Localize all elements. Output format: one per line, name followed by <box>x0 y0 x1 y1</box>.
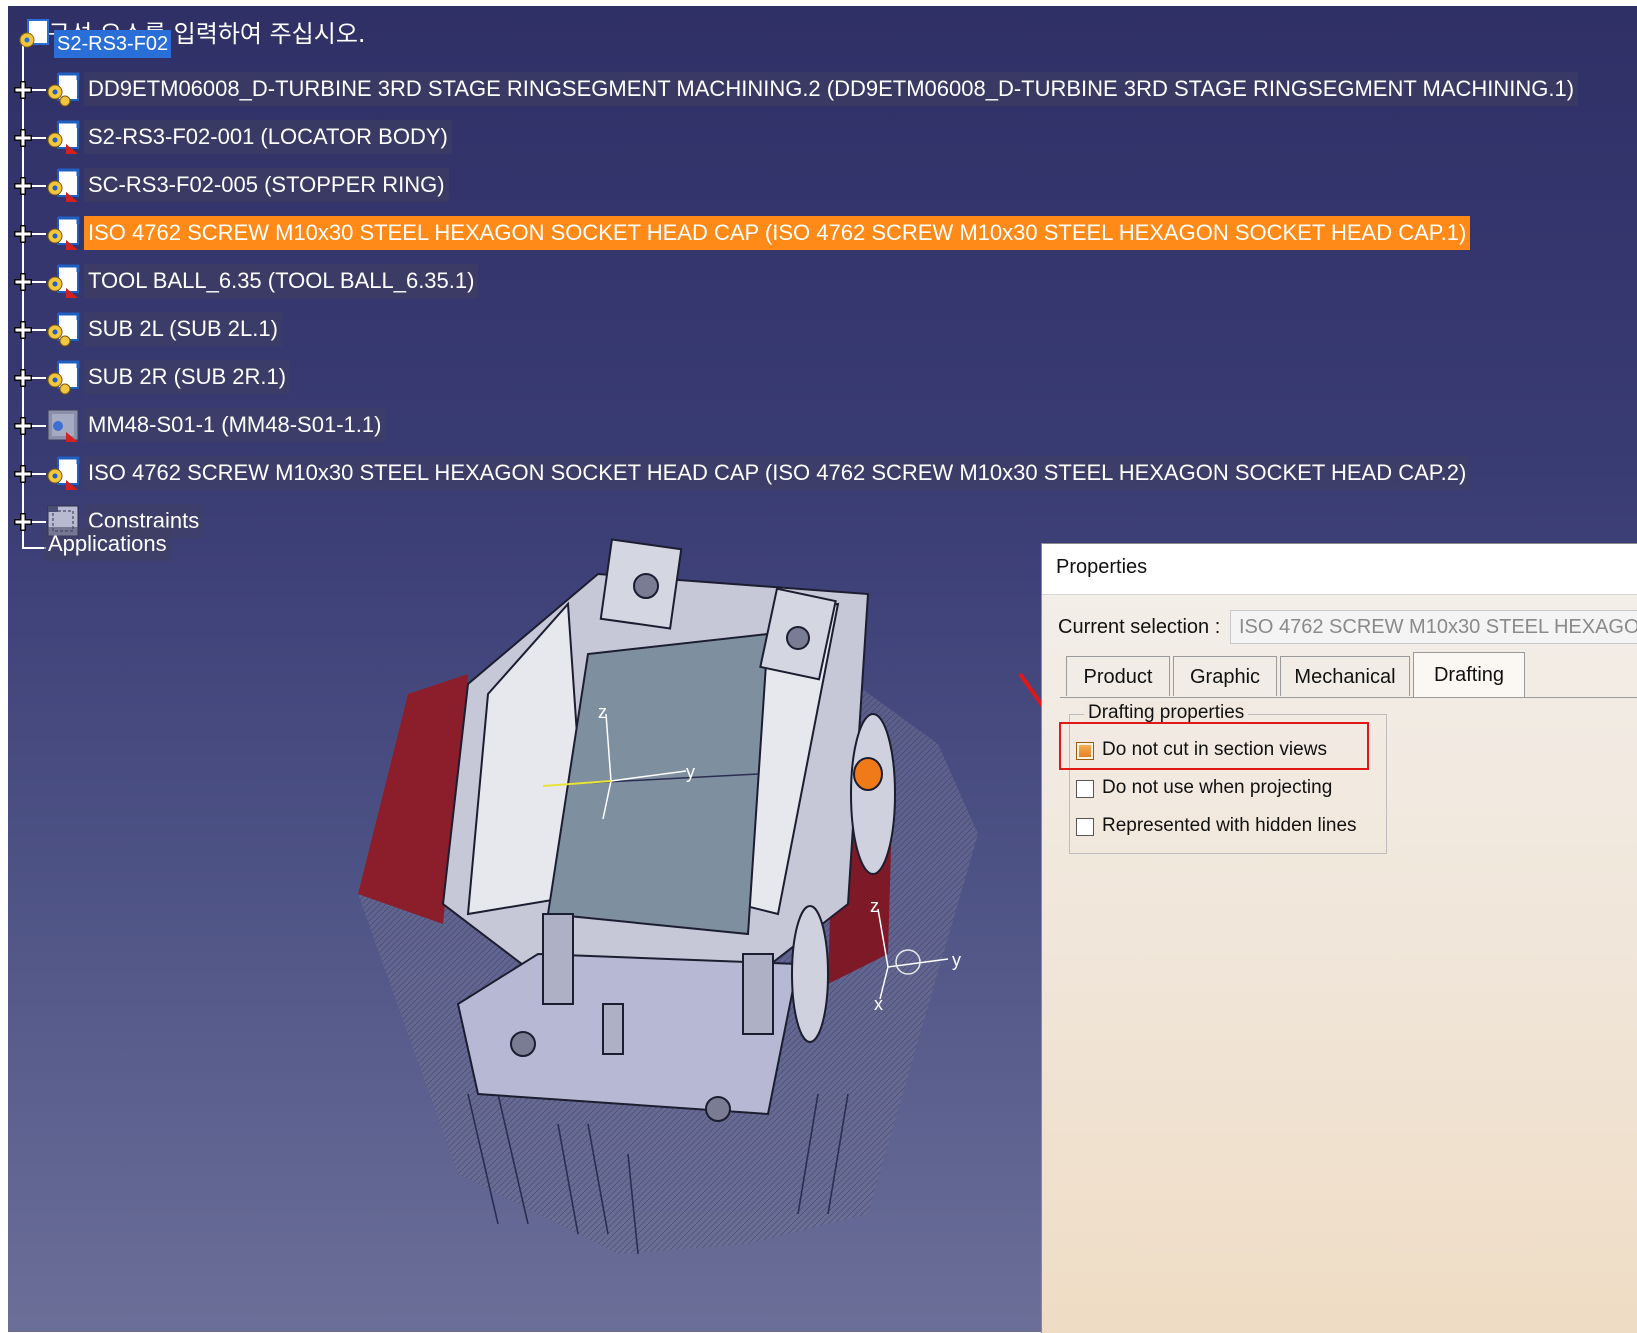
tree-node-label[interactable]: SUB 2R (SUB 2R.1) <box>84 360 291 394</box>
expand-plus-icon[interactable] <box>12 175 34 197</box>
checkbox-hidden-lines[interactable] <box>1076 818 1094 836</box>
checkbox-do-not-use-projecting[interactable] <box>1076 780 1094 798</box>
option-label: Represented with hidden lines <box>1102 815 1357 836</box>
expand-plus-icon[interactable] <box>12 319 34 341</box>
axis2-label-x: x <box>874 994 883 1014</box>
axis2-label-z: z <box>870 896 879 916</box>
part-icon[interactable] <box>44 262 82 300</box>
product-icon[interactable] <box>44 310 82 348</box>
product-icon[interactable] <box>44 70 82 108</box>
tab-body-border <box>1060 697 1637 698</box>
expand-plus-icon[interactable] <box>12 271 34 293</box>
tab-product[interactable]: Product <box>1066 656 1170 696</box>
annotation-highlight-box <box>1059 722 1369 770</box>
tree-node-applications[interactable]: Applications <box>44 527 171 561</box>
current-selection-field: ISO 4762 SCREW M10x30 STEEL HEXAGON <box>1230 610 1637 644</box>
dialog-title: Properties <box>1056 556 1148 578</box>
part-icon[interactable] <box>44 166 82 204</box>
part-icon[interactable] <box>44 214 82 252</box>
tree-root-label[interactable]: S2-RS3-F02 <box>54 30 172 58</box>
properties-dialog: Properties Current selection : ISO 4762 … <box>1041 543 1637 1333</box>
tree-node-label[interactable]: DD9ETM06008_D-TURBINE 3RD STAGE RINGSEGM… <box>84 72 1579 106</box>
product-icon[interactable] <box>44 358 82 396</box>
axis2-label-y: y <box>952 950 961 970</box>
tree-node-label[interactable]: S2-RS3-F02-001 (LOCATOR BODY) <box>84 120 452 154</box>
tree-node-label-selected[interactable]: ISO 4762 SCREW M10x30 STEEL HEXAGON SOCK… <box>84 216 1471 250</box>
tree-node-label[interactable]: TOOL BALL_6.35 (TOOL BALL_6.35.1) <box>84 264 479 298</box>
tab-drafting[interactable]: Drafting <box>1413 652 1525 698</box>
expand-plus-icon[interactable] <box>12 79 34 101</box>
tab-mechanical[interactable]: Mechanical <box>1280 656 1410 696</box>
tree-node-label[interactable]: SUB 2L (SUB 2L.1) <box>84 312 282 346</box>
expand-plus-icon[interactable] <box>12 463 34 485</box>
axis-label-y: y <box>686 762 695 782</box>
axis-label-z: z <box>598 702 607 722</box>
drafting-group-label: Drafting properties <box>1084 702 1249 724</box>
tree-branch-line <box>22 547 46 549</box>
part-icon[interactable] <box>44 454 82 492</box>
option-label: Do not use when projecting <box>1102 777 1333 798</box>
expand-plus-icon[interactable] <box>12 511 34 533</box>
tree-node-label[interactable]: ISO 4762 SCREW M10x30 STEEL HEXAGON SOCK… <box>84 456 1471 490</box>
expand-plus-icon[interactable] <box>12 127 34 149</box>
expand-plus-icon[interactable] <box>12 223 34 245</box>
tree-node-label[interactable]: SC-RS3-F02-005 (STOPPER RING) <box>84 168 449 202</box>
part-icon[interactable] <box>44 118 82 156</box>
fixture-3d-model[interactable]: z y z y x <box>348 534 1048 1294</box>
dialog-titlebar[interactable]: Properties <box>1042 544 1637 595</box>
expand-plus-icon[interactable] <box>12 415 34 437</box>
expand-plus-icon[interactable] <box>12 367 34 389</box>
component-icon[interactable] <box>44 406 82 444</box>
current-selection-label: Current selection : <box>1058 616 1221 638</box>
tree-node-label[interactable]: MM48-S01-1 (MM48-S01-1.1) <box>84 408 386 442</box>
tab-graphic[interactable]: Graphic <box>1173 656 1277 696</box>
